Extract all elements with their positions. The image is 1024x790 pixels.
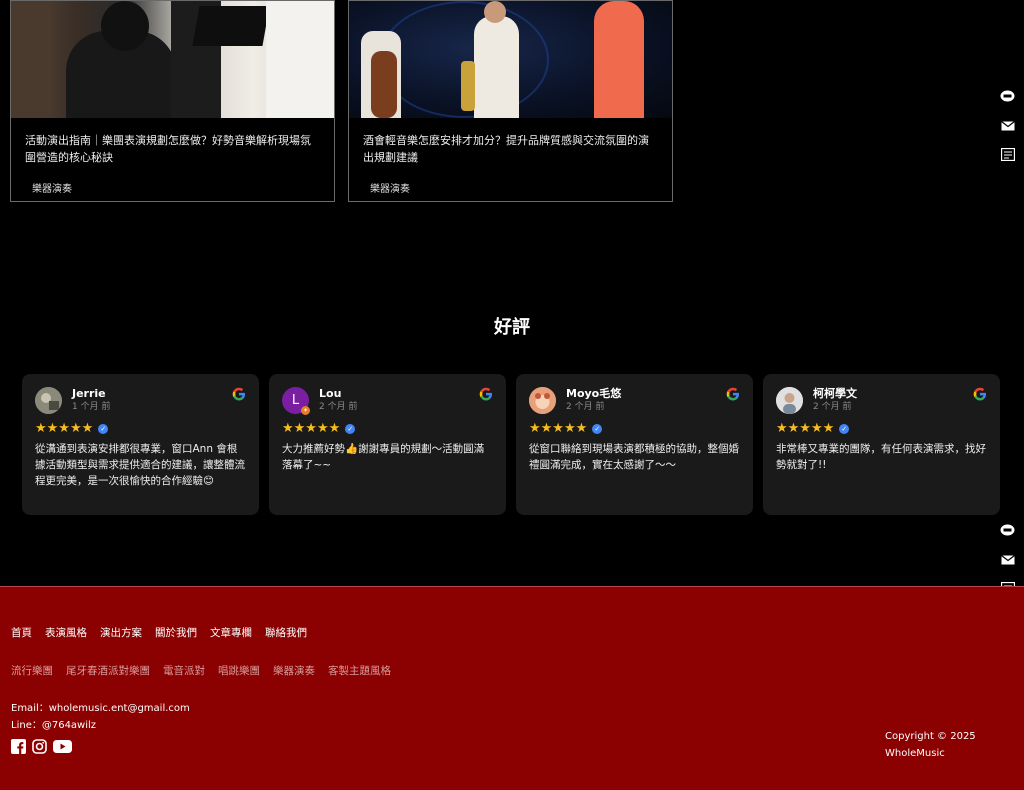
review-card: L ✦ Lou 2 个月 前 ★★★★★ ✓ 大力推薦好勢👍謝謝專員的規劃～活動…	[269, 374, 506, 515]
article-title[interactable]: 活動演出指南｜樂團表演規劃怎麼做？好勢音樂解析現場氛圍營造的核心秘訣	[11, 118, 334, 180]
site-footer: 首頁 表演風格 演出方案 關於我們 文章專欄 聯絡我們 流行樂團 尾牙春酒派對樂…	[0, 586, 1024, 790]
line-icon[interactable]	[1000, 524, 1015, 537]
google-icon	[726, 387, 739, 401]
avatar	[35, 387, 62, 414]
rating-stars: ★★★★★	[35, 421, 94, 436]
review-card: 柯柯學文 2 个月 前 ★★★★★ ✓ 非常棒又專業的團隊，有任何表演需求，找好…	[763, 374, 1000, 515]
article-image[interactable]	[11, 1, 334, 118]
badge-icon: ✦	[301, 406, 310, 415]
footer-link-dance-band[interactable]: 唱跳樂團	[218, 663, 260, 678]
reviewer-name: Jerrie	[72, 387, 106, 400]
review-time: 2 个月 前	[319, 402, 358, 412]
rating-stars: ★★★★★	[282, 421, 341, 436]
reviews-heading: 好評	[494, 317, 530, 338]
copyright-year: Copyright © 2025	[885, 731, 976, 742]
article-image[interactable]	[349, 1, 672, 118]
review-text: 大力推薦好勢👍謝謝專員的規劃～活動圓滿落幕了~~	[282, 443, 485, 471]
footer-link-pop-band[interactable]: 流行樂團	[11, 663, 53, 678]
verified-icon: ✓	[839, 423, 850, 434]
review-text: 從溝通到表演安排都很專業，窗口Ann 會根據活動類型與需求提供適合的建議，讓整體…	[35, 443, 245, 487]
rating-stars: ★★★★★	[776, 421, 835, 436]
footer-link-plans[interactable]: 演出方案	[100, 625, 142, 640]
facebook-icon[interactable]	[11, 739, 26, 754]
footer-main-nav: 首頁 表演風格 演出方案 關於我們 文章專欄 聯絡我們	[11, 625, 320, 640]
avatar-letter: L	[291, 393, 300, 408]
google-icon	[479, 387, 492, 401]
footer-link-home[interactable]: 首頁	[11, 625, 32, 640]
line-icon[interactable]	[1000, 90, 1015, 103]
contact-email[interactable]: Email：wholemusic.ent@gmail.com	[11, 700, 190, 717]
review-time: 1 个月 前	[72, 402, 111, 412]
verified-icon: ✓	[98, 423, 109, 434]
review-time: 2 个月 前	[566, 402, 605, 412]
review-card: Moyo毛悠 2 个月 前 ★★★★★ ✓ 從窗口聯絡到現場表演都積極的協助，整…	[516, 374, 753, 515]
footer-link-custom-theme[interactable]: 客製主題風格	[328, 663, 391, 678]
article-tag[interactable]: 樂器演奏	[11, 180, 334, 195]
contact-line[interactable]: Line：@764awilz	[11, 717, 190, 734]
footer-link-edm-party[interactable]: 電音派對	[163, 663, 205, 678]
verified-icon: ✓	[345, 423, 356, 434]
avatar: L ✦	[282, 387, 310, 415]
youtube-icon[interactable]	[53, 739, 72, 754]
copyright: Copyright © 2025 WholeMusic	[885, 728, 976, 762]
contact-info: Email：wholemusic.ent@gmail.com Line：@764…	[11, 700, 190, 734]
copyright-brand: WholeMusic	[885, 748, 945, 759]
floating-contact-bar	[1000, 90, 1016, 177]
instagram-icon[interactable]	[32, 739, 47, 754]
rating-stars: ★★★★★	[529, 421, 588, 436]
mail-icon[interactable]	[1000, 553, 1015, 566]
footer-link-contact[interactable]: 聯絡我們	[265, 625, 307, 640]
form-icon[interactable]	[1000, 148, 1015, 161]
footer-link-party-band[interactable]: 尾牙春酒派對樂團	[66, 663, 150, 678]
footer-link-articles[interactable]: 文章專欄	[210, 625, 252, 640]
footer-link-about[interactable]: 關於我們	[155, 625, 197, 640]
avatar	[776, 387, 803, 414]
google-icon	[973, 387, 986, 401]
mail-icon[interactable]	[1000, 119, 1015, 132]
google-icon	[232, 387, 245, 401]
reviewer-name: Moyo毛悠	[566, 387, 622, 400]
reviewer-name: Lou	[319, 387, 342, 400]
article-tag[interactable]: 樂器演奏	[349, 180, 672, 195]
avatar	[529, 387, 556, 414]
article-title[interactable]: 酒會輕音樂怎麼安排才加分？提升品牌質感與交流氛圍的演出規劃建議	[349, 118, 672, 180]
footer-link-instrumental[interactable]: 樂器演奏	[273, 663, 315, 678]
footer-style-nav: 流行樂團 尾牙春酒派對樂團 電音派對 唱跳樂團 樂器演奏 客製主題風格	[11, 663, 404, 678]
reviewer-name: 柯柯學文	[813, 387, 857, 400]
verified-icon: ✓	[592, 423, 603, 434]
review-time: 2 个月 前	[813, 402, 852, 412]
review-text: 非常棒又專業的團隊，有任何表演需求，找好勢就對了!!	[776, 443, 986, 471]
social-links	[11, 739, 78, 754]
article-card[interactable]: 活動演出指南｜樂團表演規劃怎麼做？好勢音樂解析現場氛圍營造的核心秘訣 樂器演奏	[10, 0, 335, 202]
review-card: Jerrie 1 个月 前 ★★★★★ ✓ 從溝通到表演安排都很專業，窗口Ann…	[22, 374, 259, 515]
review-text: 從窗口聯絡到現場表演都積極的協助，整個婚禮圓滿完成，實在太感謝了～～	[529, 443, 739, 471]
footer-link-styles[interactable]: 表演風格	[45, 625, 87, 640]
article-card[interactable]: 酒會輕音樂怎麼安排才加分？提升品牌質感與交流氛圍的演出規劃建議 樂器演奏	[348, 0, 673, 202]
